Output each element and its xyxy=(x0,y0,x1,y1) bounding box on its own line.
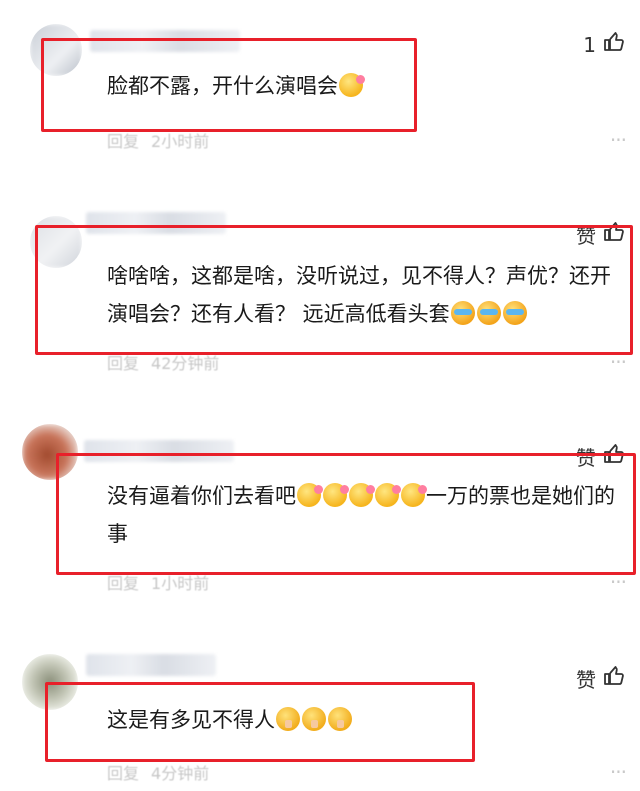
timestamp: 1小时前 xyxy=(151,574,210,593)
reply-button[interactable]: 回复 xyxy=(107,760,139,784)
like-label: 赞 xyxy=(576,668,596,692)
laugh-emoji-icon xyxy=(401,483,427,507)
comment-meta: 回复 4分钟前 xyxy=(107,760,209,784)
thumbs-up-icon xyxy=(602,30,626,59)
reply-button[interactable]: 回复 xyxy=(107,128,139,152)
shush-emoji-icon xyxy=(328,707,352,731)
comment-text: 这是有多见不得人 xyxy=(107,701,447,739)
more-icon[interactable]: ··· xyxy=(610,570,627,594)
laugh-cry-emoji-icon xyxy=(502,301,527,325)
comment-4: 赞 这是有多见不得人 回复 4分钟前 ··· xyxy=(0,640,640,791)
timestamp: 2小时前 xyxy=(151,132,210,151)
thumbs-up-icon xyxy=(602,664,626,693)
comment-meta: 回复 42分钟前 xyxy=(107,350,219,374)
reply-button[interactable]: 回复 xyxy=(107,570,139,594)
laugh-emoji-icon xyxy=(349,483,375,507)
shush-emoji-icon xyxy=(276,707,300,731)
laugh-emoji-icon xyxy=(339,73,365,97)
comment-meta: 回复 2小时前 xyxy=(107,128,209,152)
comment-meta: 回复 1小时前 xyxy=(107,570,209,594)
comment-2: 赞 啥啥啥，这都是啥，没听说过，见不得人？声优？还开演唱会？还有人看？ 远近高低… xyxy=(0,180,640,400)
timestamp: 4分钟前 xyxy=(151,764,210,783)
shush-emoji-icon xyxy=(302,707,326,731)
comment-text: 没有逼着你们去看吧 一万的票也是她们的事 xyxy=(107,483,615,546)
more-icon[interactable]: ··· xyxy=(610,128,627,152)
laugh-cry-emoji-icon xyxy=(450,301,475,325)
like-count: 1 xyxy=(583,32,596,57)
comment-1: 1 脸都不露，开什么演唱会 回复 2小时前 ··· xyxy=(0,0,640,170)
laugh-emoji-icon xyxy=(297,483,323,507)
laugh-emoji-icon xyxy=(323,483,349,507)
comment-text: 啥啥啥，这都是啥，没听说过，见不得人？声优？还开演唱会？还有人看？ 远近高低看头… xyxy=(107,264,611,326)
like-button[interactable]: 赞 xyxy=(576,664,626,693)
comment-3: 赞 没有逼着你们去看吧 一万的票也是她们的事 回复 1小时前 ··· xyxy=(0,410,640,610)
timestamp: 42分钟前 xyxy=(151,354,220,373)
comment-text: 脸都不露，开什么演唱会 xyxy=(107,67,407,105)
laugh-emoji-icon xyxy=(375,483,401,507)
like-button[interactable]: 1 xyxy=(583,30,626,59)
more-icon[interactable]: ··· xyxy=(610,760,627,784)
laugh-cry-emoji-icon xyxy=(476,301,501,325)
username-blurred[interactable] xyxy=(86,654,216,676)
more-icon[interactable]: ··· xyxy=(610,350,627,374)
reply-button[interactable]: 回复 xyxy=(107,350,139,374)
